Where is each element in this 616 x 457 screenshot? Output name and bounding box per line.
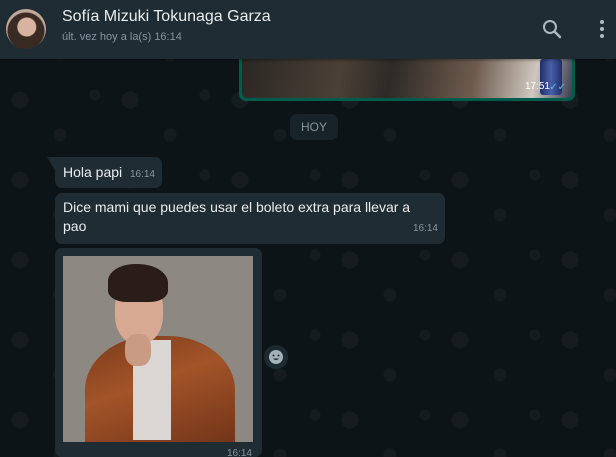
message-time: 16:14 xyxy=(226,448,252,457)
menu-button[interactable] xyxy=(590,17,614,41)
search-icon xyxy=(543,20,562,39)
message-text: Hola papi xyxy=(63,164,123,180)
date-divider: HOY xyxy=(290,114,338,140)
previous-image[interactable]: 17:51 ✓✓ xyxy=(242,57,572,98)
react-button[interactable] xyxy=(264,345,288,369)
message-time: 16:14 xyxy=(129,169,155,180)
last-seen-status: últ. vez hoy a la(s) 16:14 xyxy=(62,31,182,43)
message-photo[interactable] xyxy=(63,256,253,442)
message-time: 17:51 xyxy=(524,81,550,92)
incoming-message[interactable]: Hola papi 16:14 xyxy=(47,157,162,188)
emoji-icon xyxy=(269,350,283,364)
bubble-tail xyxy=(47,157,55,170)
previous-image-message[interactable]: 17:51 ✓✓ xyxy=(239,57,575,101)
message-text: Dice mami que puedes usar el boleto extr… xyxy=(63,199,411,234)
read-check-icon: ✓✓ xyxy=(549,82,566,93)
contact-avatar[interactable] xyxy=(6,9,46,49)
photo-hair xyxy=(108,264,168,302)
incoming-image-message[interactable]: 16:14 xyxy=(55,248,262,457)
incoming-message[interactable]: Dice mami que puedes usar el boleto extr… xyxy=(55,193,445,244)
search-button[interactable] xyxy=(540,17,564,41)
chat-header[interactable]: Sofía Mizuki Tokunaga Garza últ. vez hoy… xyxy=(0,0,616,59)
menu-icon xyxy=(600,20,604,38)
contact-name[interactable]: Sofía Mizuki Tokunaga Garza xyxy=(62,8,271,26)
photo-hand xyxy=(125,334,151,366)
message-time: 16:14 xyxy=(412,223,438,234)
